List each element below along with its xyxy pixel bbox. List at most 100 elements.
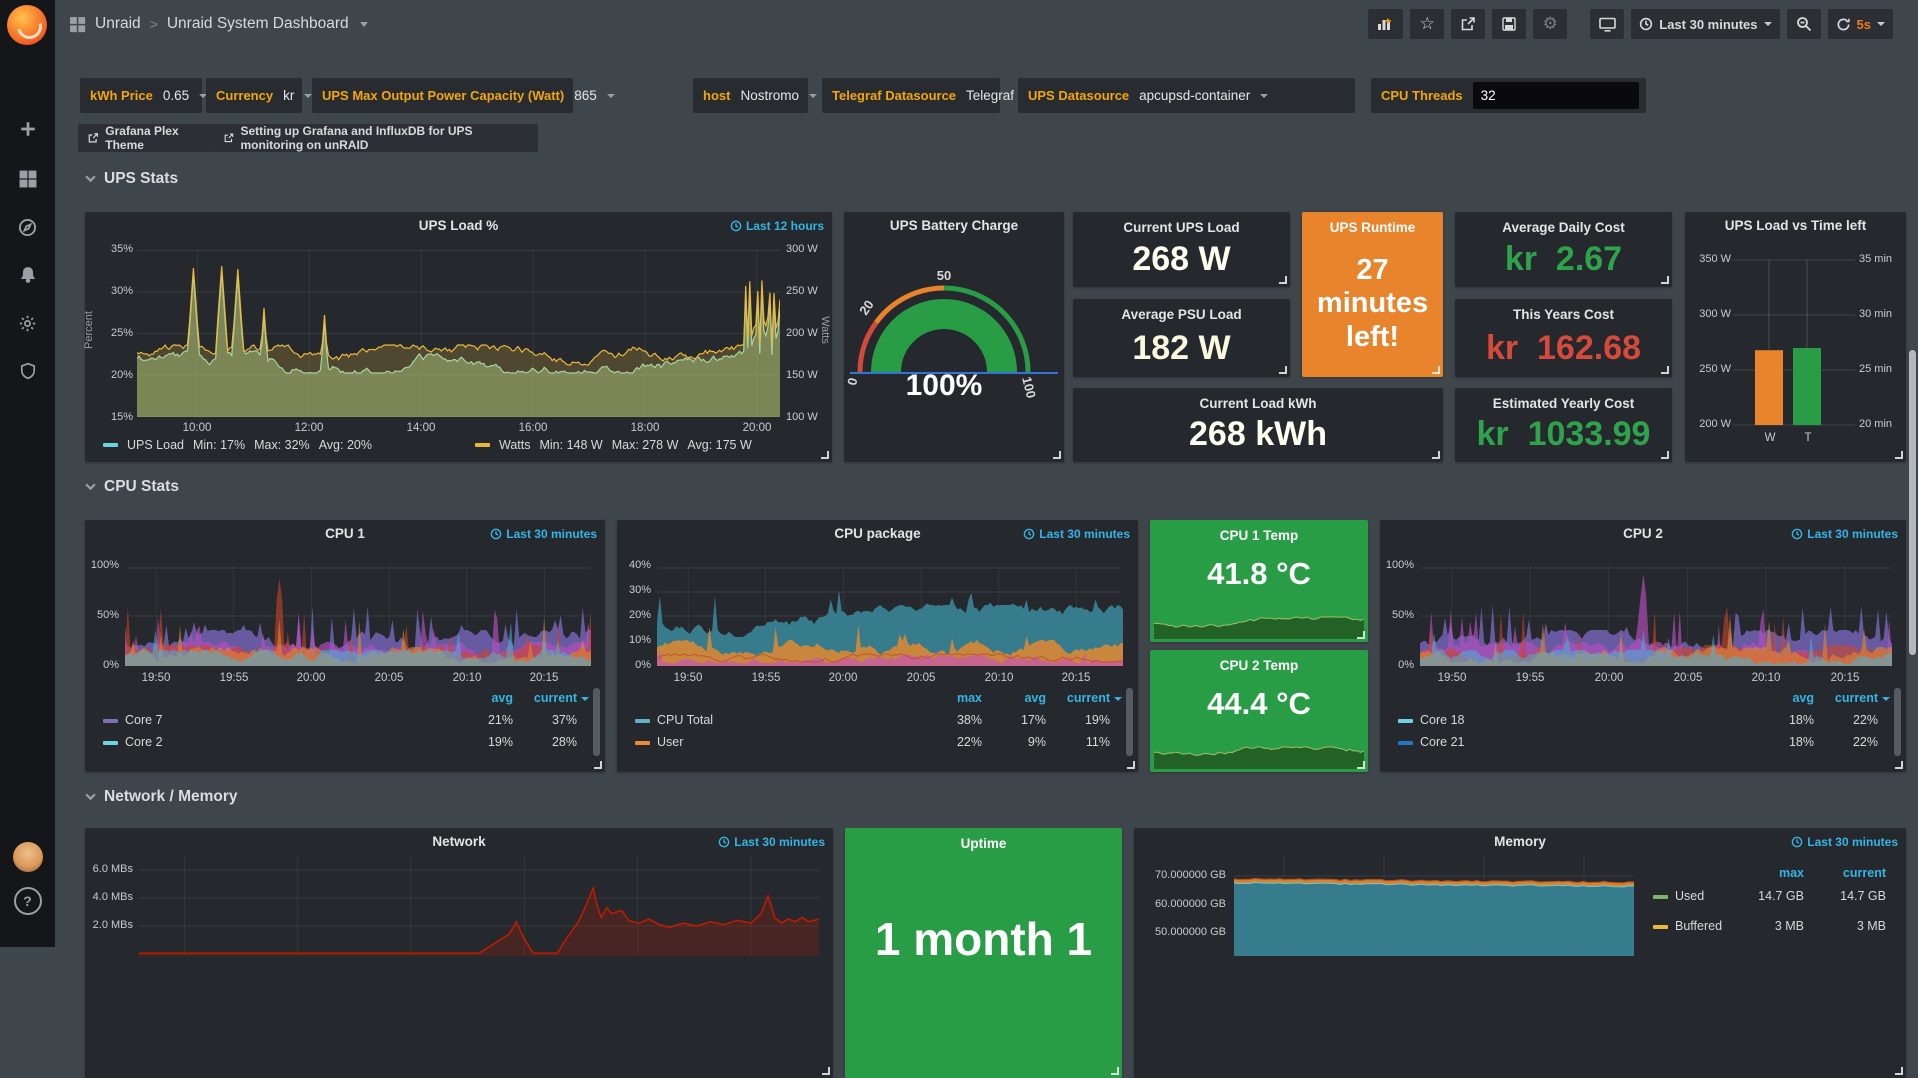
- panel-title[interactable]: Current UPS Load: [1073, 220, 1290, 235]
- cpu1-chart[interactable]: [125, 566, 591, 666]
- series-color-marker[interactable]: [1653, 925, 1668, 929]
- legend-entry: Watts Min: 148 W Max: 278 W Avg: 175 W: [475, 438, 752, 452]
- panel-title[interactable]: UPS Load %: [125, 218, 792, 233]
- panel-title[interactable]: UPS Runtime: [1302, 220, 1443, 235]
- legend-scrollbar[interactable]: [593, 688, 600, 756]
- series-color-marker[interactable]: [103, 443, 118, 447]
- series-color-marker[interactable]: [475, 443, 490, 447]
- panel-title[interactable]: Average PSU Load: [1073, 307, 1290, 322]
- legend-sort-current[interactable]: current: [1828, 866, 1886, 880]
- add-panel-button[interactable]: [1368, 9, 1403, 39]
- legend-series-name[interactable]: Used: [1675, 889, 1704, 903]
- panel-title[interactable]: UPS Battery Charge: [884, 218, 1024, 233]
- legend-series-name[interactable]: CPU Total: [657, 713, 713, 727]
- y-tick: 0%: [617, 659, 651, 671]
- time-range-picker[interactable]: Last 30 minutes: [1631, 9, 1779, 39]
- variable-ups-datasource[interactable]: UPS Datasource apcupsd-container: [1018, 78, 1355, 113]
- create-plus-icon[interactable]: [0, 112, 55, 146]
- memory-chart[interactable]: [1234, 856, 1634, 956]
- time-range-override[interactable]: Last 12 hours: [730, 219, 824, 233]
- panel-title[interactable]: This Years Cost: [1455, 307, 1672, 322]
- settings-gear-icon[interactable]: [0, 306, 55, 340]
- series-color-marker[interactable]: [1398, 741, 1413, 745]
- legend-sort-avg[interactable]: avg: [1756, 691, 1814, 705]
- breadcrumb-app[interactable]: Unraid: [95, 15, 141, 33]
- dashboard-settings-button[interactable]: ⚙: [1533, 9, 1567, 39]
- cycle-view-mode-button[interactable]: [1590, 9, 1624, 39]
- grafana-logo[interactable]: [7, 5, 47, 45]
- legend-series-name[interactable]: User: [657, 735, 683, 749]
- panel-title[interactable]: Average Daily Cost: [1455, 220, 1672, 235]
- legend-sort-avg[interactable]: avg: [988, 691, 1046, 705]
- panel-title[interactable]: Estimated Yearly Cost: [1455, 396, 1672, 411]
- legend-series-name[interactable]: Core 7: [125, 713, 163, 727]
- ups-load-chart[interactable]: [137, 250, 780, 417]
- variable-kwh-price[interactable]: kWh Price 0.65: [80, 78, 202, 113]
- panel-network-graph: Network Last 30 minutes 6.0 MBs 4.0 MBs …: [85, 828, 833, 1078]
- variable-currency[interactable]: Currency kr: [206, 78, 302, 113]
- series-color-marker[interactable]: [103, 719, 118, 723]
- refresh-picker[interactable]: 5s: [1828, 9, 1893, 39]
- user-avatar[interactable]: [0, 840, 55, 874]
- panel-title[interactable]: Memory: [1174, 834, 1866, 849]
- series-color-marker[interactable]: [103, 741, 118, 745]
- time-range-override[interactable]: Last 30 minutes: [1791, 527, 1898, 541]
- legend-sort-current[interactable]: current: [1052, 691, 1110, 705]
- page-scrollbar-thumb[interactable]: [1909, 350, 1916, 655]
- share-dashboard-button[interactable]: [1451, 9, 1485, 39]
- panel-title[interactable]: Network: [125, 834, 793, 849]
- alerting-bell-icon[interactable]: [0, 258, 55, 292]
- variable-ups-max-power[interactable]: UPS Max Output Power Capacity (Watt) 865: [312, 78, 573, 113]
- dashboard-link-ups-monitoring[interactable]: Setting up Grafana and InfluxDB for UPS …: [214, 124, 538, 152]
- legend-sort-max[interactable]: max: [1746, 866, 1804, 880]
- explore-compass-icon[interactable]: [0, 210, 55, 244]
- admin-shield-icon[interactable]: [0, 354, 55, 388]
- section-ups-stats[interactable]: UPS Stats: [85, 170, 178, 188]
- time-range-override[interactable]: Last 30 minutes: [1023, 527, 1130, 541]
- section-network-memory[interactable]: Network / Memory: [85, 788, 238, 806]
- help-icon[interactable]: ?: [0, 884, 55, 918]
- panel-title[interactable]: CPU 1 Temp: [1150, 528, 1368, 543]
- cpu-threads-input[interactable]: [1473, 82, 1639, 109]
- network-chart[interactable]: [139, 856, 819, 956]
- legend-series-name[interactable]: Watts: [499, 438, 530, 452]
- variable-telegraf-datasource[interactable]: Telegraf Datasource Telegraf: [822, 78, 1000, 113]
- time-range-override[interactable]: Last 30 minutes: [490, 527, 597, 541]
- zoom-out-button[interactable]: [1787, 9, 1821, 39]
- star-dashboard-button[interactable]: ☆: [1410, 9, 1444, 39]
- series-color-marker[interactable]: [635, 719, 650, 723]
- legend-sort-max[interactable]: max: [924, 691, 982, 705]
- legend-series-name[interactable]: UPS Load: [127, 438, 184, 452]
- legend-series-name[interactable]: Core 2: [125, 735, 163, 749]
- time-range-override[interactable]: Last 30 minutes: [1791, 835, 1898, 849]
- clock-icon: [1791, 836, 1803, 848]
- legend-scrollbar[interactable]: [1894, 688, 1901, 756]
- panel-title[interactable]: UPS Load vs Time left: [1691, 218, 1900, 233]
- bar-chart[interactable]: [1733, 258, 1855, 426]
- series-color-marker[interactable]: [1398, 719, 1413, 723]
- cpu2-chart[interactable]: [1420, 566, 1892, 666]
- legend-series-name[interactable]: Core 21: [1420, 735, 1464, 749]
- variable-host[interactable]: host Nostromo: [693, 78, 808, 113]
- legend-sort-avg[interactable]: avg: [455, 691, 513, 705]
- legend-series-name[interactable]: Core 18: [1420, 713, 1464, 727]
- legend-scrollbar[interactable]: [1126, 688, 1133, 756]
- panel-title[interactable]: Uptime: [845, 836, 1122, 851]
- stat-value: 44.4 °C: [1150, 686, 1368, 722]
- section-cpu-stats[interactable]: CPU Stats: [85, 478, 179, 496]
- series-color-marker[interactable]: [635, 741, 650, 745]
- save-dashboard-button[interactable]: [1492, 9, 1526, 39]
- legend-series-name[interactable]: Buffered: [1675, 919, 1722, 933]
- breadcrumb-caret-icon[interactable]: [360, 22, 368, 27]
- series-color-marker[interactable]: [1653, 895, 1668, 899]
- breadcrumb-page-title[interactable]: Unraid System Dashboard: [167, 15, 349, 33]
- y-tick: 100 W: [786, 411, 818, 423]
- dashboard-link-plex-theme[interactable]: Grafana Plex Theme: [78, 124, 214, 152]
- panel-title[interactable]: CPU 2 Temp: [1150, 658, 1368, 673]
- panel-title[interactable]: Current Load kWh: [1073, 396, 1443, 411]
- legend-sort-current[interactable]: current: [1820, 691, 1878, 705]
- dashboards-icon[interactable]: [0, 162, 55, 196]
- legend-sort-current[interactable]: current: [519, 691, 577, 705]
- time-range-override[interactable]: Last 30 minutes: [718, 835, 825, 849]
- cpu-package-chart[interactable]: [657, 566, 1123, 666]
